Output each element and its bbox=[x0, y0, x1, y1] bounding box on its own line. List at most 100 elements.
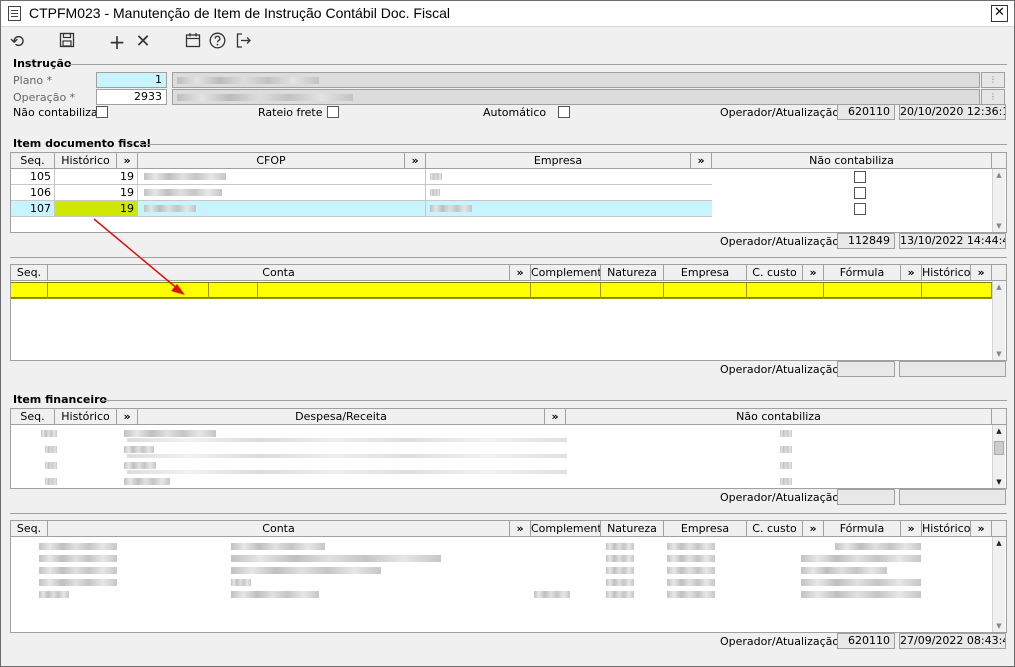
col-empresa[interactable]: Empresa bbox=[664, 521, 747, 537]
conta-description-cell[interactable] bbox=[258, 283, 531, 299]
seq-cell[interactable] bbox=[11, 283, 48, 299]
table-row[interactable] bbox=[11, 473, 992, 488]
col-nao-contabiliza[interactable]: Não contabiliza bbox=[712, 153, 992, 169]
table-row-selected[interactable]: 107 19 bbox=[11, 201, 992, 217]
rateio-frete-checkbox[interactable] bbox=[327, 106, 339, 118]
nao-contabiliza-checkbox[interactable] bbox=[854, 171, 866, 183]
scroll-up-icon[interactable]: ▲ bbox=[993, 169, 1005, 181]
col-seq[interactable]: Seq. bbox=[11, 521, 48, 537]
conta-cell[interactable] bbox=[48, 283, 209, 299]
table-row[interactable] bbox=[11, 586, 992, 602]
cfop-cell[interactable] bbox=[138, 185, 426, 201]
col-historico-expand[interactable]: » bbox=[117, 153, 138, 169]
seq-cell[interactable]: 107 bbox=[11, 201, 55, 217]
col-historico-expand[interactable]: » bbox=[971, 521, 992, 537]
cfop-cell[interactable] bbox=[138, 201, 426, 217]
col-conta[interactable]: Conta bbox=[48, 521, 510, 537]
scroll-up-icon[interactable]: ▲ bbox=[993, 281, 1005, 293]
scroll-up-icon[interactable]: ▲ bbox=[993, 425, 1005, 437]
col-cfop-expand[interactable]: » bbox=[405, 153, 426, 169]
col-historico-expand[interactable]: » bbox=[117, 409, 138, 425]
close-button[interactable]: ✕ bbox=[991, 5, 1008, 22]
conta-digit-cell[interactable] bbox=[209, 283, 258, 299]
c-custo-cell[interactable] bbox=[747, 283, 824, 299]
col-historico[interactable]: Histórico bbox=[55, 153, 117, 169]
col-empresa[interactable]: Empresa bbox=[426, 153, 691, 169]
seq-cell[interactable]: 105 bbox=[11, 169, 55, 185]
col-natureza[interactable]: Natureza bbox=[601, 265, 664, 281]
col-c-custo[interactable]: C. custo bbox=[747, 521, 803, 537]
nao-contabiliza-checkbox[interactable] bbox=[96, 106, 108, 118]
col-conta-expand[interactable]: » bbox=[510, 265, 531, 281]
calendar-icon[interactable] bbox=[183, 32, 203, 52]
col-seq[interactable]: Seq. bbox=[11, 409, 55, 425]
col-seq[interactable]: Seq. bbox=[11, 265, 48, 281]
historico-cell-active[interactable]: 19 bbox=[55, 201, 138, 217]
col-complemento[interactable]: Complemento bbox=[531, 265, 601, 281]
delete-icon[interactable]: ✕ bbox=[133, 32, 153, 52]
col-formula[interactable]: Fórmula bbox=[824, 521, 901, 537]
col-conta[interactable]: Conta bbox=[48, 265, 510, 281]
col-formula-expand[interactable]: » bbox=[901, 521, 922, 537]
scrollbar[interactable]: ▲ ▼ bbox=[992, 281, 1005, 360]
scroll-down-icon[interactable]: ▼ bbox=[993, 476, 1005, 488]
col-formula-expand[interactable]: » bbox=[901, 265, 922, 281]
col-c-custo-expand[interactable]: » bbox=[803, 521, 824, 537]
exit-icon[interactable] bbox=[233, 32, 253, 52]
col-historico[interactable]: Histórico bbox=[922, 265, 971, 281]
table-row[interactable]: 105 19 bbox=[11, 169, 992, 185]
operacao-field[interactable]: 2933 bbox=[96, 89, 167, 105]
natureza-cell[interactable] bbox=[601, 283, 664, 299]
save-icon[interactable] bbox=[57, 32, 77, 52]
scroll-down-icon[interactable]: ▼ bbox=[993, 348, 1005, 360]
help-icon[interactable] bbox=[207, 32, 227, 52]
scroll-down-icon[interactable]: ▼ bbox=[993, 620, 1005, 632]
col-despesa-expand[interactable]: » bbox=[545, 409, 566, 425]
col-cfop[interactable]: CFOP bbox=[138, 153, 405, 169]
col-historico[interactable]: Histórico bbox=[922, 521, 971, 537]
table-row[interactable] bbox=[11, 441, 992, 458]
col-empresa-expand[interactable]: » bbox=[691, 153, 712, 169]
scroll-down-icon[interactable]: ▼ bbox=[993, 220, 1005, 232]
formula-cell[interactable] bbox=[824, 283, 922, 299]
table-row[interactable]: 106 19 bbox=[11, 185, 992, 201]
table-row-new[interactable] bbox=[11, 282, 992, 299]
operacao-lookup-button[interactable]: ⋮ bbox=[981, 89, 1005, 105]
plano-lookup-button[interactable]: ⋮ bbox=[981, 72, 1005, 88]
empresa-cell[interactable] bbox=[426, 201, 712, 217]
col-nao-contabiliza[interactable]: Não contabiliza bbox=[566, 409, 992, 425]
col-empresa[interactable]: Empresa bbox=[664, 265, 747, 281]
col-c-custo[interactable]: C. custo bbox=[747, 265, 803, 281]
scrollbar[interactable]: ▲ ▼ bbox=[992, 537, 1005, 632]
complemento-cell[interactable] bbox=[531, 283, 601, 299]
nao-contabiliza-checkbox[interactable] bbox=[854, 203, 866, 215]
col-historico-expand[interactable]: » bbox=[971, 265, 992, 281]
automatico-checkbox[interactable] bbox=[558, 106, 570, 118]
col-conta-expand[interactable]: » bbox=[510, 521, 531, 537]
col-c-custo-expand[interactable]: » bbox=[803, 265, 824, 281]
table-row[interactable] bbox=[11, 425, 992, 442]
col-formula[interactable]: Fórmula bbox=[824, 265, 901, 281]
table-row[interactable] bbox=[11, 457, 992, 474]
nao-contabiliza-checkbox[interactable] bbox=[854, 187, 866, 199]
plano-field[interactable]: 1 bbox=[96, 72, 167, 88]
add-icon[interactable]: + bbox=[107, 32, 127, 52]
seq-cell[interactable]: 106 bbox=[11, 185, 55, 201]
col-despesa-receita[interactable]: Despesa/Receita bbox=[138, 409, 545, 425]
col-seq[interactable]: Seq. bbox=[11, 153, 55, 169]
historico-cell[interactable]: 19 bbox=[55, 169, 138, 185]
scroll-thumb[interactable] bbox=[994, 441, 1004, 455]
undo-icon[interactable]: ⟲ bbox=[7, 32, 27, 52]
scroll-up-icon[interactable]: ▲ bbox=[993, 537, 1005, 549]
cfop-cell[interactable] bbox=[138, 169, 426, 185]
empresa-cell[interactable] bbox=[664, 283, 747, 299]
empresa-cell[interactable] bbox=[426, 185, 712, 201]
scrollbar[interactable]: ▲ ▼ bbox=[992, 169, 1005, 232]
col-natureza[interactable]: Natureza bbox=[601, 521, 664, 537]
historico-cell[interactable]: 19 bbox=[55, 185, 138, 201]
col-complemento[interactable]: Complemento bbox=[531, 521, 601, 537]
empresa-cell[interactable] bbox=[426, 169, 712, 185]
scrollbar[interactable]: ▲ ▼ bbox=[992, 425, 1005, 488]
historico-cell[interactable] bbox=[922, 283, 992, 299]
col-historico[interactable]: Histórico bbox=[55, 409, 117, 425]
